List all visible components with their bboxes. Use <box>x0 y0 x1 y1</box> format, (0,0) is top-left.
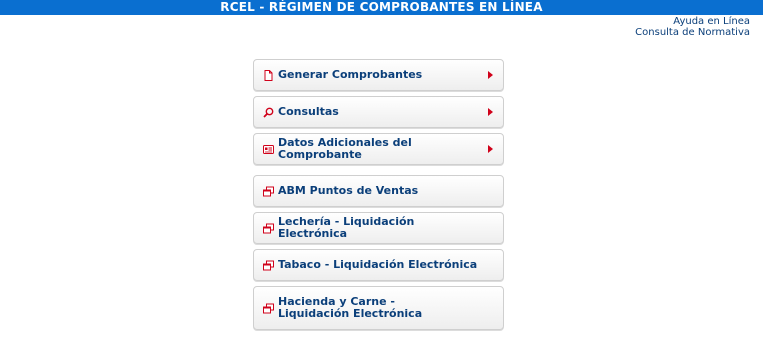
menu-item-consultas[interactable]: Consultas <box>253 96 504 128</box>
menu-item-label: Hacienda y Carne - Liquidación Electróni… <box>278 295 423 320</box>
regulations-link[interactable]: Consulta de Normativa <box>635 27 750 38</box>
menu-item-label: ABM Puntos de Ventas <box>278 184 419 197</box>
menu-item-label: Lechería - Liquidación Electrónica <box>278 215 415 240</box>
external-window-icon <box>263 260 274 271</box>
menu-item-generar-comprobantes[interactable]: Generar Comprobantes <box>253 59 504 91</box>
external-window-icon <box>263 223 274 234</box>
menu-item-tabaco[interactable]: Tabaco - Liquidación Electrónica <box>253 249 504 281</box>
page-header: RCEL - RÉGIMEN DE COMPROBANTES EN LÍNEA <box>0 0 763 15</box>
arrow-right-icon <box>488 71 493 79</box>
page-title: RCEL - RÉGIMEN DE COMPROBANTES EN LÍNEA <box>220 0 543 14</box>
menu-item-label: Datos Adicionales del Comprobante <box>278 136 412 161</box>
arrow-right-icon <box>488 145 493 153</box>
menu-item-datos-adicionales[interactable]: Datos Adicionales del Comprobante <box>253 133 504 165</box>
external-window-icon <box>263 186 274 197</box>
menu-item-hacienda-y-carne[interactable]: Hacienda y Carne - Liquidación Electróni… <box>253 286 504 330</box>
top-links: Ayuda en Línea Consulta de Normativa <box>635 16 750 38</box>
id-card-icon <box>263 145 274 154</box>
external-window-icon <box>263 303 274 314</box>
search-icon <box>263 107 274 118</box>
menu-item-label: Generar Comprobantes <box>278 68 423 81</box>
menu-item-label: Consultas <box>278 105 339 118</box>
menu-item-label: Tabaco - Liquidación Electrónica <box>278 258 478 271</box>
arrow-right-icon <box>488 108 493 116</box>
menu-item-abm-puntos-de-ventas[interactable]: ABM Puntos de Ventas <box>253 175 504 207</box>
document-icon <box>264 70 273 81</box>
help-link[interactable]: Ayuda en Línea <box>635 16 750 27</box>
menu-item-lecheria[interactable]: Lechería - Liquidación Electrónica <box>253 212 504 244</box>
